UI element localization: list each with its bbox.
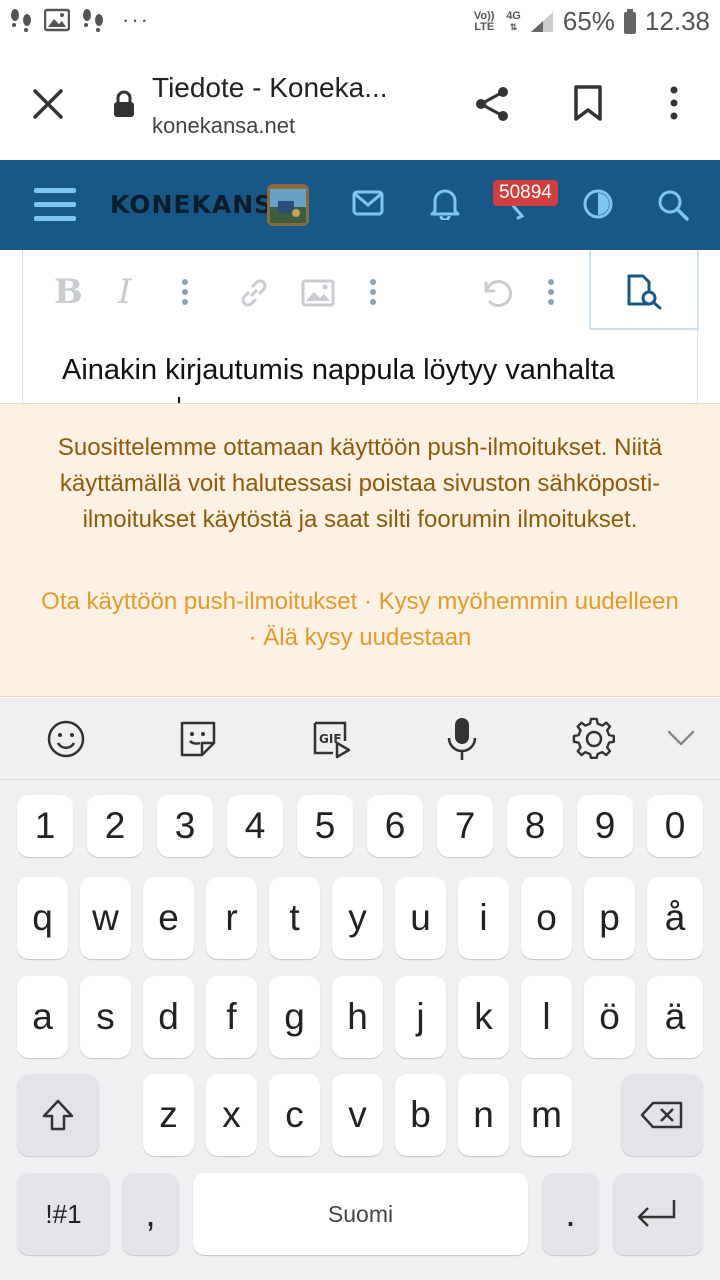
- key-o-umlaut[interactable]: ö: [584, 976, 635, 1058]
- footprints-icon: [80, 6, 106, 34]
- key-0[interactable]: 0: [647, 795, 703, 857]
- key-c[interactable]: c: [269, 1074, 320, 1156]
- key-4[interactable]: 4: [227, 795, 283, 857]
- more-notifications-icon: ···: [122, 7, 150, 32]
- key-b[interactable]: b: [395, 1074, 446, 1156]
- key-e[interactable]: e: [143, 877, 194, 959]
- bookmark-icon[interactable]: [572, 84, 604, 122]
- key-l[interactable]: l: [521, 976, 572, 1058]
- key-f[interactable]: f: [206, 976, 257, 1058]
- close-icon[interactable]: [30, 86, 66, 122]
- more-vert-icon[interactable]: [666, 84, 682, 122]
- link-icon[interactable]: [237, 276, 271, 310]
- more-options-icon[interactable]: [368, 278, 378, 306]
- status-bar: ··· Vo)) LTE 4G ⇅ 65% 12.38: [0, 0, 720, 48]
- footprints-icon: [8, 6, 34, 34]
- volte-indicator: Vo)) LTE: [473, 9, 495, 33]
- enable-push-link[interactable]: Ota käyttöön push-ilmoitukset: [41, 588, 357, 615]
- enter-key[interactable]: [613, 1173, 703, 1255]
- space-key[interactable]: Suomi: [193, 1173, 528, 1255]
- key-a[interactable]: a: [17, 976, 68, 1058]
- image-icon: [44, 8, 70, 32]
- hamburger-menu-icon[interactable]: [34, 186, 76, 224]
- italic-icon[interactable]: I: [118, 272, 131, 312]
- key-j[interactable]: j: [395, 976, 446, 1058]
- browser-toolbar: [0, 48, 720, 160]
- symbols-key[interactable]: !#1: [17, 1173, 110, 1255]
- collapse-keyboard-icon[interactable]: [666, 728, 696, 748]
- preview-icon[interactable]: [625, 274, 665, 310]
- separator: ·: [248, 624, 257, 651]
- sticker-icon[interactable]: [178, 719, 218, 759]
- key-u[interactable]: u: [395, 877, 446, 959]
- key-n[interactable]: n: [458, 1074, 509, 1156]
- key-q[interactable]: q: [17, 877, 68, 959]
- key-h[interactable]: h: [332, 976, 383, 1058]
- enter-icon: [634, 1197, 682, 1231]
- clock: 12.38: [644, 6, 710, 36]
- dont-ask-link[interactable]: Älä kysy uudestaan: [263, 624, 471, 651]
- key-m[interactable]: m: [521, 1074, 572, 1156]
- push-notice-actions: Ota käyttöön push-ilmoitukset · Kysy myö…: [40, 584, 680, 656]
- key-p[interactable]: p: [584, 877, 635, 959]
- separator: ·: [364, 588, 372, 615]
- more-options-icon[interactable]: [180, 278, 190, 306]
- battery-percent: 65%: [562, 6, 615, 36]
- ask-later-link[interactable]: Kysy myöhemmin uudelleen: [379, 588, 679, 615]
- backspace-icon: [640, 1100, 684, 1130]
- key-g[interactable]: g: [269, 976, 320, 1058]
- push-notice-message: Suosittelemme ottamaan käyttöön push-ilm…: [57, 434, 663, 533]
- backspace-key[interactable]: [621, 1074, 703, 1156]
- key-a-ring[interactable]: å: [647, 877, 703, 959]
- theme-toggle-icon[interactable]: [582, 188, 614, 220]
- mail-icon[interactable]: [352, 189, 384, 217]
- image-insert-icon[interactable]: [301, 279, 335, 307]
- key-6[interactable]: 6: [367, 795, 423, 857]
- key-o[interactable]: o: [521, 877, 572, 959]
- user-avatar[interactable]: [266, 183, 310, 227]
- key-r[interactable]: r: [206, 877, 257, 959]
- settings-icon[interactable]: [572, 717, 616, 761]
- key-5[interactable]: 5: [297, 795, 353, 857]
- battery-icon: [623, 8, 637, 35]
- key-3[interactable]: 3: [157, 795, 213, 857]
- key-1[interactable]: 1: [17, 795, 73, 857]
- search-icon[interactable]: [656, 188, 690, 222]
- lock-icon: [112, 90, 136, 118]
- shift-icon: [40, 1097, 76, 1133]
- key-7[interactable]: 7: [437, 795, 493, 857]
- key-8[interactable]: 8: [507, 795, 563, 857]
- key-t[interactable]: t: [269, 877, 320, 959]
- key-s[interactable]: s: [80, 976, 131, 1058]
- key-i[interactable]: i: [458, 877, 509, 959]
- bell-icon[interactable]: [430, 186, 460, 220]
- shift-key[interactable]: [17, 1074, 99, 1156]
- key-y[interactable]: y: [332, 877, 383, 959]
- key-9[interactable]: 9: [577, 795, 633, 857]
- more-options-icon[interactable]: [546, 278, 556, 306]
- share-icon[interactable]: [472, 84, 512, 124]
- signal-icon: [529, 10, 555, 34]
- key-z[interactable]: z: [143, 1074, 194, 1156]
- key-v[interactable]: v: [332, 1074, 383, 1156]
- microphone-icon[interactable]: [446, 716, 478, 762]
- page-title[interactable]: Tiedote - Koneka...: [152, 72, 388, 104]
- notification-badge[interactable]: 50894: [493, 180, 558, 206]
- key-2[interactable]: 2: [87, 795, 143, 857]
- emoji-icon[interactable]: [46, 719, 86, 759]
- gif-icon[interactable]: GIF: [311, 719, 351, 759]
- key-period[interactable]: .: [542, 1173, 599, 1255]
- key-w[interactable]: w: [80, 877, 131, 959]
- editor-content[interactable]: Ainakin kirjautumis nappula löytyy vanha…: [62, 354, 615, 387]
- undo-icon[interactable]: [478, 275, 514, 311]
- page-url[interactable]: konekansa.net: [152, 113, 295, 139]
- key-a-umlaut[interactable]: ä: [647, 976, 703, 1058]
- bold-icon[interactable]: B: [54, 272, 83, 312]
- key-k[interactable]: k: [458, 976, 509, 1058]
- network-4g-indicator: 4G ⇅: [506, 9, 521, 32]
- key-x[interactable]: x: [206, 1074, 257, 1156]
- key-comma[interactable]: ,: [122, 1173, 179, 1255]
- key-d[interactable]: d: [143, 976, 194, 1058]
